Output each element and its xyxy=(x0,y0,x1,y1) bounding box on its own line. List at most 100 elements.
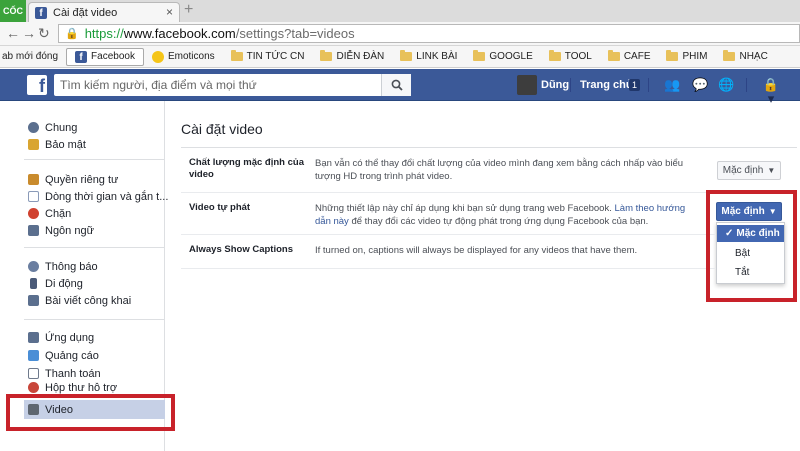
back-icon[interactable]: ← xyxy=(6,25,20,41)
chevron-down-icon: ▼ xyxy=(767,166,776,175)
url-field[interactable]: 🔒 https://www.facebook.com/settings?tab=… xyxy=(58,24,800,43)
sidebar-item-label: Ứng dụng xyxy=(45,331,95,344)
browser-tab-bar: CỐC f Cài đặt video × + xyxy=(0,0,800,22)
folder-icon xyxy=(320,50,333,61)
bookmark-label: LINK BÀI xyxy=(416,51,458,62)
bookmark-label: NHẠC xyxy=(739,51,768,62)
facebook-logo[interactable]: f xyxy=(27,75,47,95)
sidebar-item-public-posts[interactable]: Bài viết công khai xyxy=(28,292,131,309)
search-button[interactable] xyxy=(381,74,411,96)
language-icon xyxy=(28,225,39,236)
setting-desc-autoplay: Những thiết lập này chỉ áp dụng khi bạn … xyxy=(315,202,705,228)
sidebar-item-notifications[interactable]: Thông báo xyxy=(28,258,98,275)
bookmark-label: ab mới đóng xyxy=(2,51,59,62)
notifications-globe-icon[interactable]: 🌐 xyxy=(718,78,734,92)
video-settings-panel: Cài đặt video Chất lượng mặc định của vi… xyxy=(166,101,800,451)
account-menu-icon[interactable]: 🔒▾ xyxy=(760,78,782,106)
globe-icon xyxy=(28,261,39,272)
timeline-icon xyxy=(28,191,39,202)
default-quality-dropdown-button[interactable]: Mặc định ▼ xyxy=(717,161,781,180)
bookmark-label: GOOGLE xyxy=(489,51,533,62)
sidebar-item-timeline[interactable]: Dòng thời gian và gắn t... xyxy=(28,188,168,205)
facebook-icon: f xyxy=(75,50,88,63)
bookmark-label: Emoticons xyxy=(167,51,215,62)
reload-icon[interactable]: ↻ xyxy=(38,25,50,42)
home-badge: 1 xyxy=(629,79,641,91)
sidebar-item-blocking[interactable]: Chặn xyxy=(28,205,71,222)
help-link[interactable]: dẫn này xyxy=(315,216,349,227)
bookmark-item[interactable]: DIỄN ĐÀN xyxy=(312,48,392,66)
block-icon xyxy=(28,208,39,219)
page-title: Cài đặt video xyxy=(181,121,263,137)
sidebar-item-label: Di động xyxy=(45,277,83,290)
url-path: /settings?tab=videos xyxy=(235,26,355,41)
browser-tab[interactable]: f Cài đặt video × xyxy=(28,2,180,22)
divider xyxy=(181,234,716,235)
home-link[interactable]: Trang chủ xyxy=(580,79,633,91)
forward-icon[interactable]: → xyxy=(22,25,36,41)
tab-close-icon[interactable]: × xyxy=(166,5,173,19)
search-placeholder: Tìm kiếm người, địa điểm và mọi thứ xyxy=(60,78,257,92)
bookmark-label: Facebook xyxy=(91,51,135,62)
facebook-top-bar: f Tìm kiếm người, địa điểm và mọi thứ Dũ… xyxy=(0,69,800,106)
divider xyxy=(181,268,716,269)
sidebar-item-ads[interactable]: Quảng cáo xyxy=(28,347,99,364)
bookmark-item[interactable]: LINK BÀI xyxy=(392,48,465,66)
divider xyxy=(24,247,165,248)
sidebar-item-security[interactable]: Bảo mật xyxy=(28,136,86,153)
sidebar-item-general[interactable]: Chung xyxy=(28,119,77,136)
sidebar-item-language[interactable]: Ngôn ngữ xyxy=(28,222,94,239)
sidebar-item-label: Ngôn ngữ xyxy=(45,224,94,237)
setting-desc-text: Những thiết lập này chỉ áp dụng khi bạn … xyxy=(315,203,615,214)
folder-icon xyxy=(666,50,679,61)
sidebar-item-privacy[interactable]: Quyền riêng tư xyxy=(28,171,118,188)
bookmark-item[interactable]: GOOGLE xyxy=(465,48,540,66)
folder-icon xyxy=(473,50,486,61)
divider xyxy=(181,192,797,193)
avatar[interactable] xyxy=(517,75,537,95)
emoticon-icon xyxy=(151,50,164,63)
divider xyxy=(181,147,797,148)
messages-icon[interactable]: 💬 xyxy=(692,78,708,92)
new-tab-button[interactable]: + xyxy=(184,1,193,19)
sidebar-item-label: Chặn xyxy=(45,207,72,220)
bookmark-item[interactable]: ab mới đóng xyxy=(0,48,66,66)
sidebar-item-payments[interactable]: Thanh toán xyxy=(28,365,101,382)
setting-label-default-quality: Chất lượng mặc định của video xyxy=(189,157,304,181)
url-host: www.facebook.com xyxy=(123,26,236,41)
browser-tab-title: Cài đặt video xyxy=(53,6,118,19)
payment-icon xyxy=(28,368,39,379)
sidebar-item-mobile[interactable]: Di động xyxy=(28,275,83,292)
support-icon xyxy=(28,382,39,393)
bookmark-label: TIN TỨC CN xyxy=(246,51,305,62)
address-bar: ← → ↻ 🔒 https://www.facebook.com/setting… xyxy=(0,22,800,46)
lock-icon: 🔒 xyxy=(65,28,79,40)
setting-label-line: Chất lượng mặc định của xyxy=(189,157,304,168)
bookmark-item[interactable]: TIN TỨC CN xyxy=(223,48,313,66)
bookmark-item[interactable]: Emoticons xyxy=(144,48,223,66)
bookmark-label: DIỄN ĐÀN xyxy=(336,51,385,62)
bookmark-item[interactable]: PHIM xyxy=(658,48,715,66)
bookmark-item[interactable]: CAFE xyxy=(600,48,659,66)
bookmark-item[interactable]: f Facebook xyxy=(66,47,144,66)
bookmark-label: TOOL xyxy=(564,51,592,62)
sidebar-item-support-inbox[interactable]: Hộp thư hỗ trợ xyxy=(28,382,117,394)
mobile-icon xyxy=(30,278,37,289)
search-input[interactable]: Tìm kiếm người, địa điểm và mọi thứ xyxy=(54,74,411,96)
divider xyxy=(648,78,649,92)
bookmark-item[interactable]: NHẠC xyxy=(715,48,775,66)
profile-link[interactable]: Dũng xyxy=(541,79,569,91)
button-label: Mặc định xyxy=(722,165,764,176)
help-link[interactable]: Làm theo hướng xyxy=(615,203,686,214)
gear-icon xyxy=(28,122,39,133)
setting-desc-line: Bạn vẫn có thể thay đổi chất lượng của v… xyxy=(315,158,684,169)
setting-desc-text: để thay đổi các video tự động phát trong… xyxy=(348,216,649,227)
bookmark-label: CAFE xyxy=(623,51,651,62)
sidebar-item-label: Thông báo xyxy=(45,260,98,273)
setting-desc-captions: If turned on, captions will always be di… xyxy=(315,245,638,256)
bookmark-item[interactable]: TOOL xyxy=(541,48,600,66)
sidebar-item-apps[interactable]: Ứng dụng xyxy=(28,329,94,346)
sidebar-item-label: Quảng cáo xyxy=(45,349,99,362)
friend-requests-icon[interactable]: 👥 xyxy=(664,78,680,92)
sidebar-item-label: Chung xyxy=(45,121,78,134)
